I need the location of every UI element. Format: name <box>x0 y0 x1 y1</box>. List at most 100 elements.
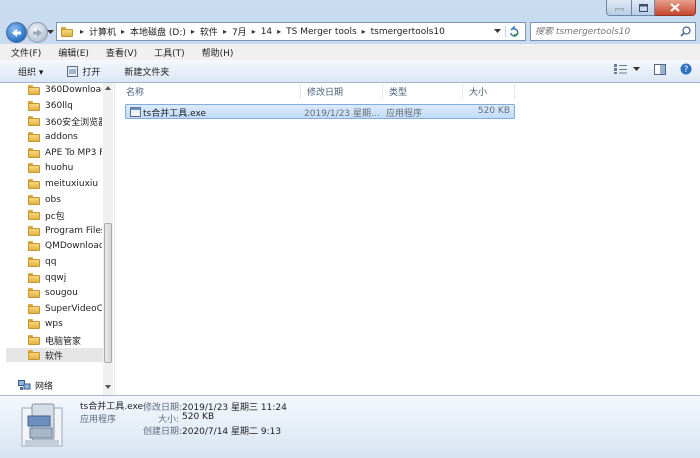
folder-icon <box>28 241 40 251</box>
nav-folder[interactable]: QMDownload <box>28 239 102 253</box>
breadcrumb-tsmergertools10[interactable]: tsmergertools10 <box>371 27 445 37</box>
breadcrumb-separator-icon[interactable]: ▸ <box>277 27 281 36</box>
nav-folder[interactable]: sougou <box>28 286 102 300</box>
refresh-button[interactable] <box>505 26 523 37</box>
breadcrumb-july[interactable]: 7月 <box>232 25 247 38</box>
nav-folder[interactable]: APE To MP3 F <box>28 146 102 160</box>
nav-folder[interactable]: 360Downloads <box>28 83 102 97</box>
breadcrumb-separator-icon[interactable]: ▸ <box>223 27 227 36</box>
folder-icon <box>28 116 40 126</box>
application-icon <box>21 403 63 447</box>
folder-icon <box>28 257 40 267</box>
nav-folder[interactable]: qqwj <box>28 271 102 285</box>
details-filetype: 应用程序 <box>80 415 117 425</box>
nav-network-label: 网络 <box>35 382 54 392</box>
breadcrumb-separator-icon[interactable]: ▸ <box>252 27 256 36</box>
nav-folder-label: meituxiuxiu <box>45 179 99 189</box>
file-type: 应用程序 <box>386 109 423 119</box>
refresh-icon <box>510 26 519 37</box>
file-list: 名称 修改日期 类型 大小 ts合并工具.exe 2019/1/23 星期...… <box>120 83 700 395</box>
new-folder-button[interactable]: 新建文件夹 <box>110 65 179 78</box>
nav-folder-label: qqwj <box>45 273 67 283</box>
arrow-right-icon <box>33 28 42 37</box>
forward-button[interactable] <box>27 22 48 43</box>
breadcrumb: ▸ 计算机 ▸ 本地磁盘 (D:) ▸ 软件 ▸ 7月 ▸ 14 ▸ TS Me… <box>75 23 445 40</box>
details-filename: ts合并工具.exe <box>80 402 144 412</box>
nav-folder[interactable]: 360llq <box>28 99 102 113</box>
file-size: 520 KB <box>477 106 510 116</box>
breadcrumb-14[interactable]: 14 <box>261 27 272 37</box>
menu-file[interactable]: 文件(F) <box>0 46 47 59</box>
breadcrumb-drive-d[interactable]: 本地磁盘 (D:) <box>130 25 186 38</box>
breadcrumb-software[interactable]: 软件 <box>200 25 218 38</box>
nav-folder[interactable]: SuperVideoCo <box>28 302 102 316</box>
column-header-name[interactable]: 名称 <box>120 84 301 99</box>
nav-folder-label: huohu <box>45 163 74 173</box>
close-button[interactable] <box>655 0 696 16</box>
navigation-scrollbar[interactable] <box>103 83 113 395</box>
column-header-size[interactable]: 大小 <box>463 84 515 99</box>
nav-folder[interactable]: qq <box>28 255 102 269</box>
breadcrumb-separator-icon[interactable]: ▸ <box>80 27 84 36</box>
maximize-button[interactable] <box>632 0 655 16</box>
breadcrumb-separator-icon[interactable]: ▸ <box>191 27 195 36</box>
nav-folder[interactable]: addons <box>28 130 102 144</box>
details-size-value: 520 KB <box>182 412 215 422</box>
help-button[interactable]: ? <box>680 63 692 75</box>
breadcrumb-ts-merger-tools[interactable]: TS Merger tools <box>286 27 356 37</box>
breadcrumb-computer[interactable]: 计算机 <box>89 25 116 38</box>
nav-folder-selected[interactable]: 软件 <box>6 348 104 362</box>
nav-folder-label: QMDownload <box>45 241 102 251</box>
scroll-down-icon[interactable] <box>105 385 111 389</box>
breadcrumb-separator-icon[interactable]: ▸ <box>121 27 125 36</box>
open-button[interactable]: 打开 <box>53 65 110 78</box>
content-area: 360Downloads 360llq 360安全浏览器 addons APE … <box>0 83 700 395</box>
column-header-modified[interactable]: 修改日期 <box>301 84 383 99</box>
nav-folder[interactable]: pc包 <box>28 208 102 222</box>
scroll-up-icon[interactable] <box>105 86 111 90</box>
address-bar[interactable]: ▸ 计算机 ▸ 本地磁盘 (D:) ▸ 软件 ▸ 7月 ▸ 14 ▸ TS Me… <box>56 22 526 41</box>
folder-icon <box>28 350 40 360</box>
open-app-icon <box>67 65 79 77</box>
more-views-dropdown[interactable] <box>633 66 640 72</box>
menu-bar: 文件(F) 编辑(E) 查看(V) 工具(T) 帮助(H) <box>0 44 700 61</box>
column-header-type[interactable]: 类型 <box>383 84 463 99</box>
help-icon: ? <box>680 63 692 75</box>
breadcrumb-separator-icon[interactable]: ▸ <box>362 27 366 36</box>
back-button[interactable] <box>6 22 27 43</box>
organize-button[interactable]: 组织 ▾ <box>0 65 53 78</box>
folder-icon <box>28 163 40 173</box>
nav-folder[interactable]: 电脑管家 <box>28 333 102 347</box>
folder-icon <box>28 319 40 329</box>
folder-icon <box>28 179 40 189</box>
table-row[interactable]: ts合并工具.exe 2019/1/23 星期... 应用程序 520 KB <box>125 104 515 119</box>
title-bar <box>0 0 700 18</box>
close-icon <box>670 3 680 12</box>
nav-network[interactable]: 网络 <box>18 379 53 392</box>
nav-folder[interactable]: 360安全浏览器 <box>28 114 102 128</box>
nav-folder[interactable]: meituxiuxiu <box>28 177 102 191</box>
nav-folder-label: Program Files <box>45 226 102 236</box>
file-name: ts合并工具.exe <box>143 109 207 119</box>
recent-pages-dropdown[interactable] <box>47 27 54 35</box>
nav-folder[interactable]: Program Files <box>28 224 102 238</box>
menu-view[interactable]: 查看(V) <box>95 46 143 59</box>
nav-folder[interactable]: wps <box>28 317 102 331</box>
menu-tools[interactable]: 工具(T) <box>143 46 191 59</box>
preview-pane-button[interactable] <box>654 63 666 75</box>
menu-help[interactable]: 帮助(H) <box>191 46 240 59</box>
network-icon <box>18 380 31 390</box>
minimize-button[interactable] <box>606 0 632 16</box>
nav-folder-label: 360llq <box>45 101 73 111</box>
preview-pane-icon <box>654 63 666 75</box>
nav-folder[interactable]: obs <box>28 193 102 207</box>
scrollbar-thumb[interactable] <box>104 223 112 363</box>
search-icon[interactable] <box>680 26 691 37</box>
menu-edit[interactable]: 编辑(E) <box>47 46 95 59</box>
nav-folder-label: SuperVideoCo <box>45 304 102 314</box>
address-history-dropdown[interactable] <box>490 29 505 34</box>
open-button-label: 打开 <box>82 67 101 78</box>
search-input[interactable] <box>531 26 680 37</box>
nav-folder[interactable]: huohu <box>28 161 102 175</box>
change-view-button[interactable] <box>614 64 627 74</box>
